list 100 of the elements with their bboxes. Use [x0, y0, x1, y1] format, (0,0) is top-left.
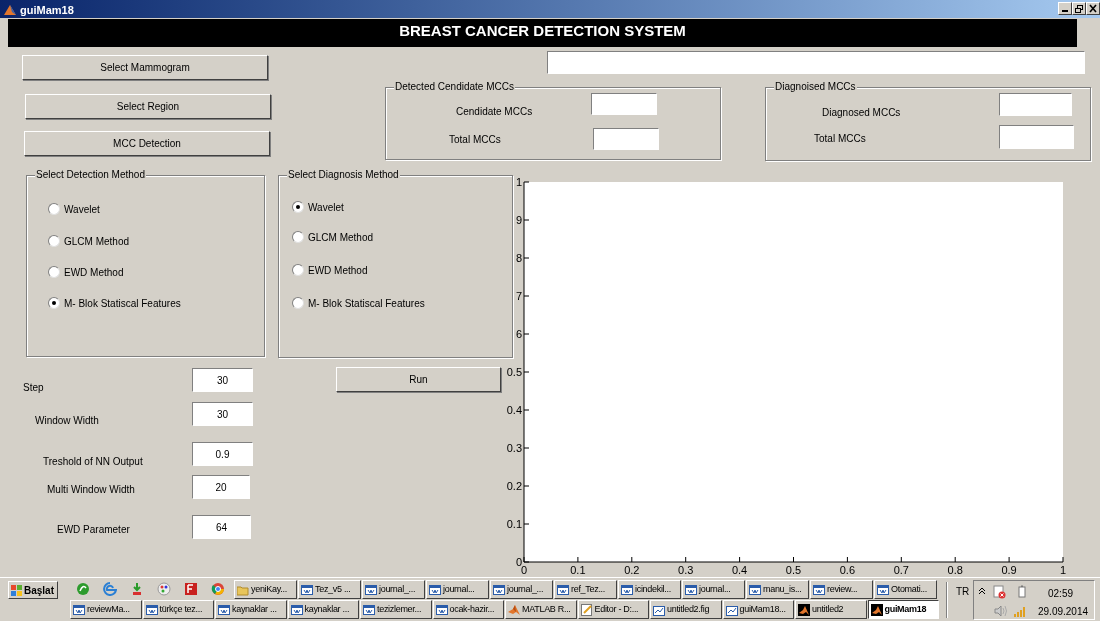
taskbar-button[interactable]: Tez_v5 ...	[298, 580, 361, 599]
tick-label: 0.3	[506, 442, 522, 454]
taskbar-button[interactable]: journal_...	[362, 580, 425, 599]
document-icon	[621, 583, 633, 596]
taskbar-button[interactable]: icindekil...	[618, 580, 681, 599]
taskbar-button[interactable]: untitled2.fig	[650, 600, 722, 619]
parameter-label: Window Width	[35, 414, 99, 428]
close-icon	[1088, 4, 1098, 13]
taskbar-button[interactable]: review...	[810, 580, 873, 599]
tick-label: 0	[520, 564, 528, 576]
radio-button[interactable]	[292, 297, 304, 309]
taskbar-button[interactable]: MATLAB R...	[505, 600, 577, 619]
field-label: Total MCCs	[814, 132, 866, 146]
group-title: Select Diagnosis Method	[287, 169, 400, 181]
tick-label: 8	[515, 252, 522, 264]
radio-button[interactable]	[292, 231, 304, 243]
tick-label: 0.2	[506, 480, 522, 492]
field-label: Cendidate MCCs	[456, 105, 533, 119]
radio-button[interactable]	[48, 297, 60, 309]
parameter-field[interactable]: 30	[192, 402, 253, 426]
radio-button[interactable]	[48, 203, 60, 215]
taskbar-button[interactable]: reviewMa...	[70, 600, 142, 619]
taskbar-button[interactable]: journal...	[682, 580, 745, 599]
ftp-client-icon	[184, 582, 198, 596]
taskbar-button[interactable]: tezizlemer...	[360, 600, 432, 619]
taskbar-button[interactable]: ref_Tez...	[554, 580, 617, 599]
taskbar-button[interactable]: kaynaklar ...	[287, 600, 359, 619]
radio-button[interactable]	[48, 266, 60, 278]
radio-label: Wavelet	[308, 201, 344, 215]
taskbar-button[interactable]: manu_is...	[746, 580, 809, 599]
document-icon	[685, 583, 697, 596]
action-button[interactable]: Select Mammogram	[22, 55, 268, 80]
taskbar-button[interactable]: kaynaklar ...	[215, 600, 287, 619]
clock-time: 02:59	[1048, 587, 1074, 601]
input-field[interactable]	[999, 93, 1072, 116]
minimize-button[interactable]	[1058, 2, 1072, 15]
restore-button[interactable]	[1072, 2, 1086, 15]
input-field[interactable]	[591, 93, 657, 115]
radio-label: M- Blok Statiscal Features	[308, 297, 425, 311]
taskbar-button[interactable]: Editor - D:...	[577, 600, 649, 619]
tick-label: 0	[515, 556, 522, 568]
document-icon	[218, 603, 230, 616]
taskbar-button[interactable]: guiMam18...	[722, 600, 794, 619]
radio-button[interactable]	[48, 235, 60, 247]
start-button[interactable]: Başlat	[8, 581, 58, 599]
tick-label: 0.1	[570, 564, 586, 576]
taskbar-button[interactable]: journal_...	[490, 580, 553, 599]
tick-label: 1	[515, 176, 522, 188]
close-button[interactable]	[1086, 2, 1100, 15]
document-icon	[301, 583, 313, 596]
tick-label: 1	[1059, 564, 1067, 576]
parameter-field[interactable]: 0.9	[192, 442, 253, 466]
window-title: guiMam18	[20, 3, 74, 18]
taskbar-button[interactable]: untitled2	[795, 600, 867, 619]
parameter-label: Multi Window Width	[47, 483, 135, 497]
run-button[interactable]: Run	[336, 367, 501, 392]
radio-button[interactable]	[292, 264, 304, 276]
document-icon	[290, 603, 303, 616]
tick-label: 0.8	[947, 564, 963, 576]
taskbar-button[interactable]: journal...	[426, 580, 489, 599]
header-title: BREAST CANCER DETECTION SYSTEM	[399, 21, 686, 41]
document-icon	[145, 603, 158, 616]
radio-label: M- Blok Statiscal Features	[64, 297, 181, 311]
figure-file-icon	[725, 603, 738, 616]
action-button[interactable]: Select Region	[25, 94, 271, 119]
input-field[interactable]	[999, 125, 1074, 149]
parameter-field[interactable]: 64	[192, 515, 251, 539]
group-title: Select Detection Method	[35, 169, 146, 181]
action-button[interactable]: MCC Detection	[24, 131, 270, 156]
editor-icon	[580, 603, 593, 616]
taskbar-button[interactable]: Otomati...	[874, 580, 937, 599]
taskbar-button[interactable]: guiMam18	[867, 600, 939, 619]
palette-icon	[157, 582, 171, 596]
document-icon	[493, 583, 505, 596]
restore-icon	[1074, 4, 1084, 13]
parameter-field[interactable]: 30	[192, 368, 253, 392]
input-field[interactable]	[593, 128, 659, 150]
tick-label: 0.4	[506, 404, 522, 416]
language-indicator[interactable]: TR	[956, 584, 970, 599]
document-icon	[749, 583, 761, 596]
radio-label: EWD Method	[308, 264, 368, 278]
windows-logo-icon	[11, 584, 22, 596]
file-path-field[interactable]	[547, 51, 1085, 74]
document-icon	[557, 583, 569, 596]
taskbar-button[interactable]: türkçe tez...	[142, 600, 214, 619]
group-title: Diagnoised MCCs	[774, 81, 857, 93]
radio-button[interactable]	[292, 201, 304, 213]
chevron-icon	[978, 586, 986, 596]
network-error-icon	[993, 585, 1006, 599]
document-icon	[429, 583, 441, 596]
folder-icon	[237, 583, 249, 596]
clock-date: 29.09.2014	[1038, 605, 1089, 619]
tick-label: 6	[515, 328, 522, 340]
chrome-icon	[211, 582, 225, 596]
taskbar-button[interactable]: ocak-hazir...	[432, 600, 504, 619]
parameter-field[interactable]: 20	[192, 475, 250, 499]
parameter-label: EWD Parameter	[57, 523, 130, 537]
taskbar-button[interactable]: yeniKay...	[234, 580, 297, 599]
tick-label: 0.7	[893, 564, 909, 576]
document-icon	[435, 603, 448, 616]
